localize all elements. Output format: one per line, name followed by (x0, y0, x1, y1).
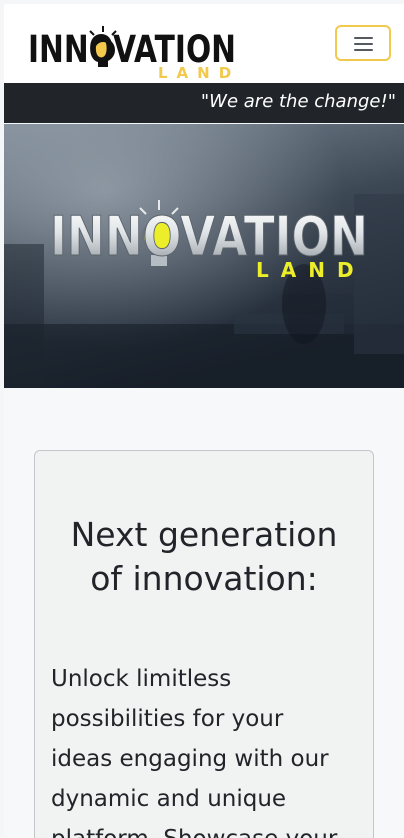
card-text-line-1: Unlock limitless (51, 666, 232, 692)
card-text-line-5: platform. Showcase your (51, 826, 337, 838)
card-text-line-2: possibilities for your (51, 706, 284, 732)
hero-brand-sub: LAND (256, 258, 366, 282)
hamburger-icon-top (354, 37, 373, 39)
slogan-bar: "We are the change!" (4, 83, 404, 123)
slogan-text: "We are the change!" (200, 91, 396, 112)
card-title-line-2: of innovation: (90, 559, 318, 598)
logo-brand-sub: LAND (158, 64, 240, 80)
brand-logo[interactable]: INNOVATION LAND (26, 18, 241, 82)
hamburger-icon-bottom (354, 49, 373, 51)
hamburger-icon-middle (354, 43, 373, 45)
card-text-line-4: dynamic and unique (51, 786, 287, 812)
menu-toggle-button[interactable] (335, 25, 391, 61)
intro-card: Next generation of innovation: Unlock li… (34, 450, 374, 838)
card-title-line-1: Next generation (70, 515, 338, 554)
card-text: Unlock limitless possibilities for your … (51, 659, 361, 838)
hero-image: INNOVATION LAND (4, 124, 404, 388)
card-text-line-3: ideas engaging with our (51, 746, 329, 772)
page-frame: INNOVATION LAND "We are the change!" INN… (4, 4, 404, 838)
card-title: Next generation of innovation: (35, 513, 373, 601)
navbar: INNOVATION LAND (4, 4, 404, 83)
